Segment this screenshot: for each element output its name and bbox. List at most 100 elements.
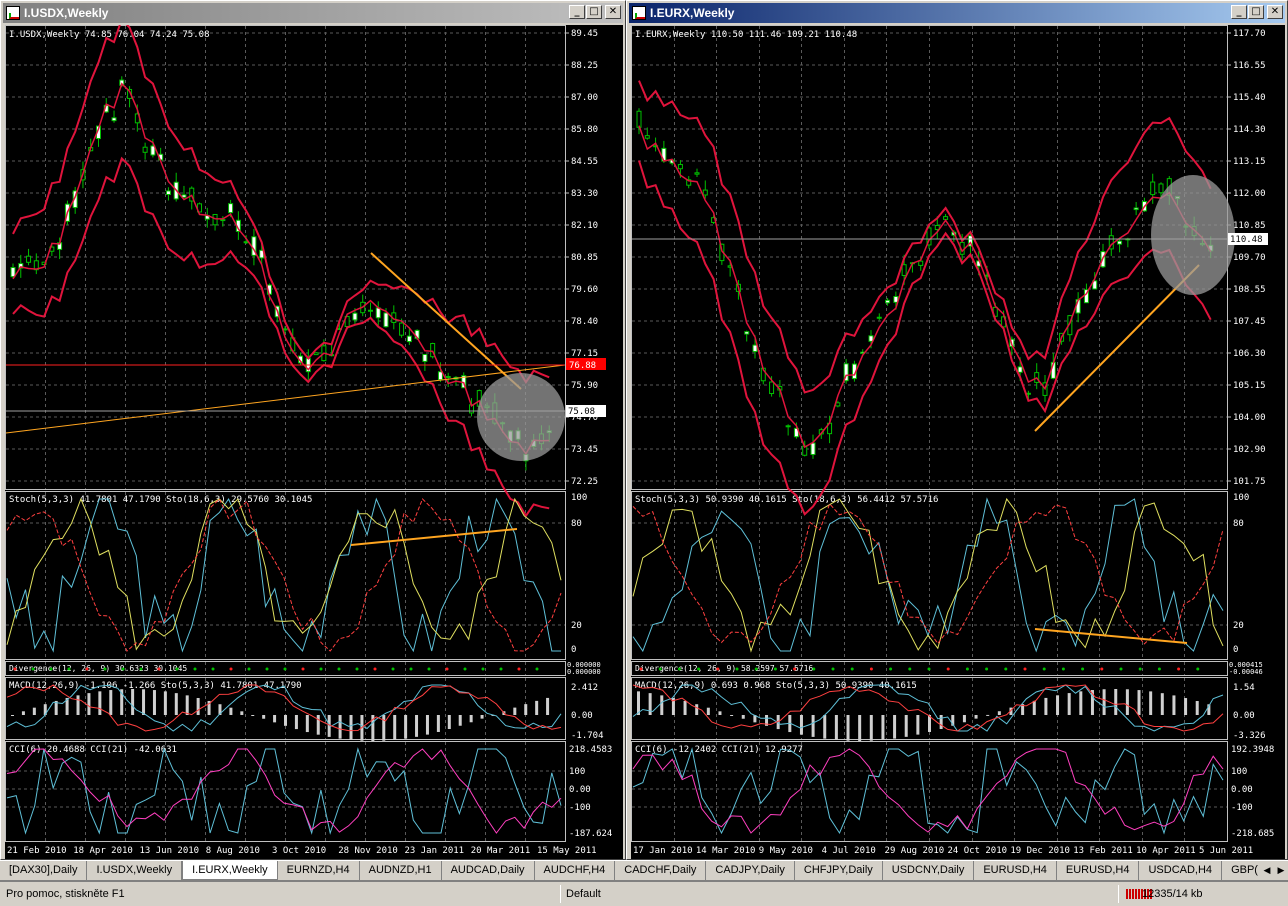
divergence-legend: Divergence(12, 26, 9) 30.6323 30.1045 <box>9 664 187 673</box>
tab-item[interactable]: I.EURX,Weekly <box>182 861 278 880</box>
x-axis-label: 15 May 2011 <box>537 846 597 856</box>
tab-item[interactable]: EURNZD,H4 <box>278 861 360 880</box>
divergence-dot <box>1196 667 1200 671</box>
chart-svg[interactable]: 89.45 88.25 87.00 85.80 84.55 83.30 82.10 80.85… <box>5 25 623 859</box>
divergence-dot <box>427 667 431 671</box>
bollinger-middle <box>12 82 550 456</box>
candle-body <box>313 352 319 356</box>
y-axis-label: 116.55 <box>1233 61 1266 71</box>
tab-item[interactable]: USDCAD,H4 <box>1139 861 1223 880</box>
macd-histogram-bar <box>648 693 652 715</box>
candle-body <box>142 146 148 153</box>
x-axis-label: 10 Apr 2011 <box>1136 846 1196 856</box>
tab-item[interactable]: I.USDX,Weekly <box>87 861 183 880</box>
y-axis-label: 85.80 <box>571 125 598 135</box>
y-axis-label: 88.25 <box>571 61 598 71</box>
divergence-dot <box>355 667 359 671</box>
chart-window-usdx[interactable]: I.USDX,Weekly _ □ ✕ 89.45 88.25 87.00 85.80… <box>0 0 626 860</box>
candle-body <box>422 353 428 362</box>
window-title: I.EURX,Weekly <box>650 6 735 20</box>
stoch-legend: Stoch(5,3,3) 41.7801 47.1790 Sto(18,6,3)… <box>9 495 312 505</box>
divergence-dot <box>754 667 758 671</box>
divergence-dot <box>985 667 989 671</box>
tab-item[interactable]: CADJPY,Daily <box>706 861 795 880</box>
tab-item[interactable]: AUDCHF,H4 <box>535 861 616 880</box>
macd-histogram-bar <box>939 715 943 730</box>
candle-body <box>111 117 117 122</box>
divergence-dot <box>391 667 395 671</box>
y-axis-label: 77.15 <box>571 349 598 359</box>
divergence-dot <box>211 667 215 671</box>
tab-left-arrow-icon[interactable]: ◀ <box>1260 861 1274 880</box>
tab-item[interactable]: AUDNZD,H1 <box>360 861 442 880</box>
stoch-slow-line <box>632 497 1224 653</box>
y-axis-label: 75.90 <box>571 381 598 391</box>
window-titlebar[interactable]: I.EURX,Weekly _ □ ✕ <box>629 3 1285 23</box>
divergence-dot <box>103 667 107 671</box>
cci-fast-line <box>6 747 562 835</box>
maximize-button[interactable]: □ <box>586 5 602 19</box>
macd-axis-label: 2.412 <box>571 683 598 693</box>
minimize-button[interactable]: _ <box>1231 5 1247 19</box>
macd-histogram-bar <box>11 715 14 716</box>
tab-item[interactable]: CADCHF,Daily <box>615 861 707 880</box>
divergence-dot <box>157 667 161 671</box>
tab-item[interactable]: AUDCAD,Daily <box>442 861 535 880</box>
macd-histogram-bar <box>893 715 897 739</box>
chart-canvas[interactable]: 89.45 88.25 87.00 85.80 84.55 83.30 82.10 80.85… <box>5 25 623 859</box>
macd-histogram-bar <box>513 707 517 715</box>
macd-histogram-bar <box>1160 693 1164 715</box>
chart-tabs: [DAX30],Daily I.USDX,Weekly I.EURX,Weekly E… <box>0 860 1288 880</box>
candle-body <box>694 172 700 175</box>
close-button[interactable]: ✕ <box>605 5 621 19</box>
y-axis-label: 112.00 <box>1233 189 1266 199</box>
macd-histogram-bar <box>823 715 827 739</box>
macd-histogram-bar <box>382 715 386 741</box>
y-axis-label: 101.75 <box>1233 477 1266 487</box>
tab-item[interactable]: [DAX30],Daily <box>0 861 88 880</box>
tab-item[interactable]: CHFJPY,Daily <box>795 861 883 880</box>
window-titlebar[interactable]: I.USDX,Weekly _ □ ✕ <box>3 3 623 23</box>
candle-body <box>744 331 750 335</box>
minimize-button[interactable]: _ <box>569 5 585 19</box>
tab-item[interactable]: USDCNY,Daily <box>883 861 975 880</box>
divergence-dot <box>735 667 739 671</box>
divergence-dot <box>658 667 662 671</box>
chart-window-eurx[interactable]: I.EURX,Weekly _ □ ✕ 117.70 116.55 115.40 11… <box>626 0 1288 860</box>
macd-histogram-bar <box>185 695 189 715</box>
tab-item[interactable]: EURUSD,H4 <box>974 861 1057 880</box>
divergence-axis-label: -0.00046 <box>1229 668 1263 676</box>
y-axis-label: 89.45 <box>571 29 598 39</box>
tab-item[interactable]: EURUSD,H4 <box>1057 861 1140 880</box>
chart-svg[interactable]: 117.70 116.55 115.40 114.30 113.15 112.00 110.… <box>631 25 1285 859</box>
y-axis-label: 80.85 <box>571 253 598 263</box>
stoch-signal-line <box>632 502 1224 645</box>
divergence-dot <box>31 667 35 671</box>
status-profile[interactable]: Default <box>566 888 601 900</box>
divergence-dot <box>49 667 53 671</box>
maximize-button[interactable]: □ <box>1248 5 1264 19</box>
close-button[interactable]: ✕ <box>1267 5 1283 19</box>
macd-histogram-bar <box>458 715 462 726</box>
macd-histogram-bar <box>1125 689 1129 715</box>
bollinger-upper <box>638 80 1212 394</box>
candle-body <box>918 260 924 266</box>
macd-histogram-bar <box>425 715 429 735</box>
cci-axis-label: -100 <box>569 803 591 813</box>
macd-histogram-bar <box>730 715 734 716</box>
divergence-dot <box>319 667 323 671</box>
y-axis-label: 105.15 <box>1233 381 1266 391</box>
y-axis-label: 107.45 <box>1233 317 1266 327</box>
macd-histogram-bar <box>799 715 803 735</box>
candle-body <box>835 402 841 407</box>
y-axis-label: 72.25 <box>571 477 598 487</box>
tab-right-arrow-icon[interactable]: ▶ <box>1274 861 1288 880</box>
macd-histogram-bar <box>174 693 178 715</box>
status-bar: Pro pomoc, stiskněte F1 Default 12335/14… <box>0 881 1288 906</box>
candle-body <box>769 381 775 395</box>
chart-canvas[interactable]: 117.70 116.55 115.40 114.30 113.15 112.00 110.… <box>631 25 1285 859</box>
divergence-dot <box>1100 667 1104 671</box>
macd-histogram-bar <box>1137 690 1141 715</box>
macd-axis-label: 1.54 <box>1233 683 1255 693</box>
divergence-axis-label: 0.000000 <box>567 668 601 676</box>
